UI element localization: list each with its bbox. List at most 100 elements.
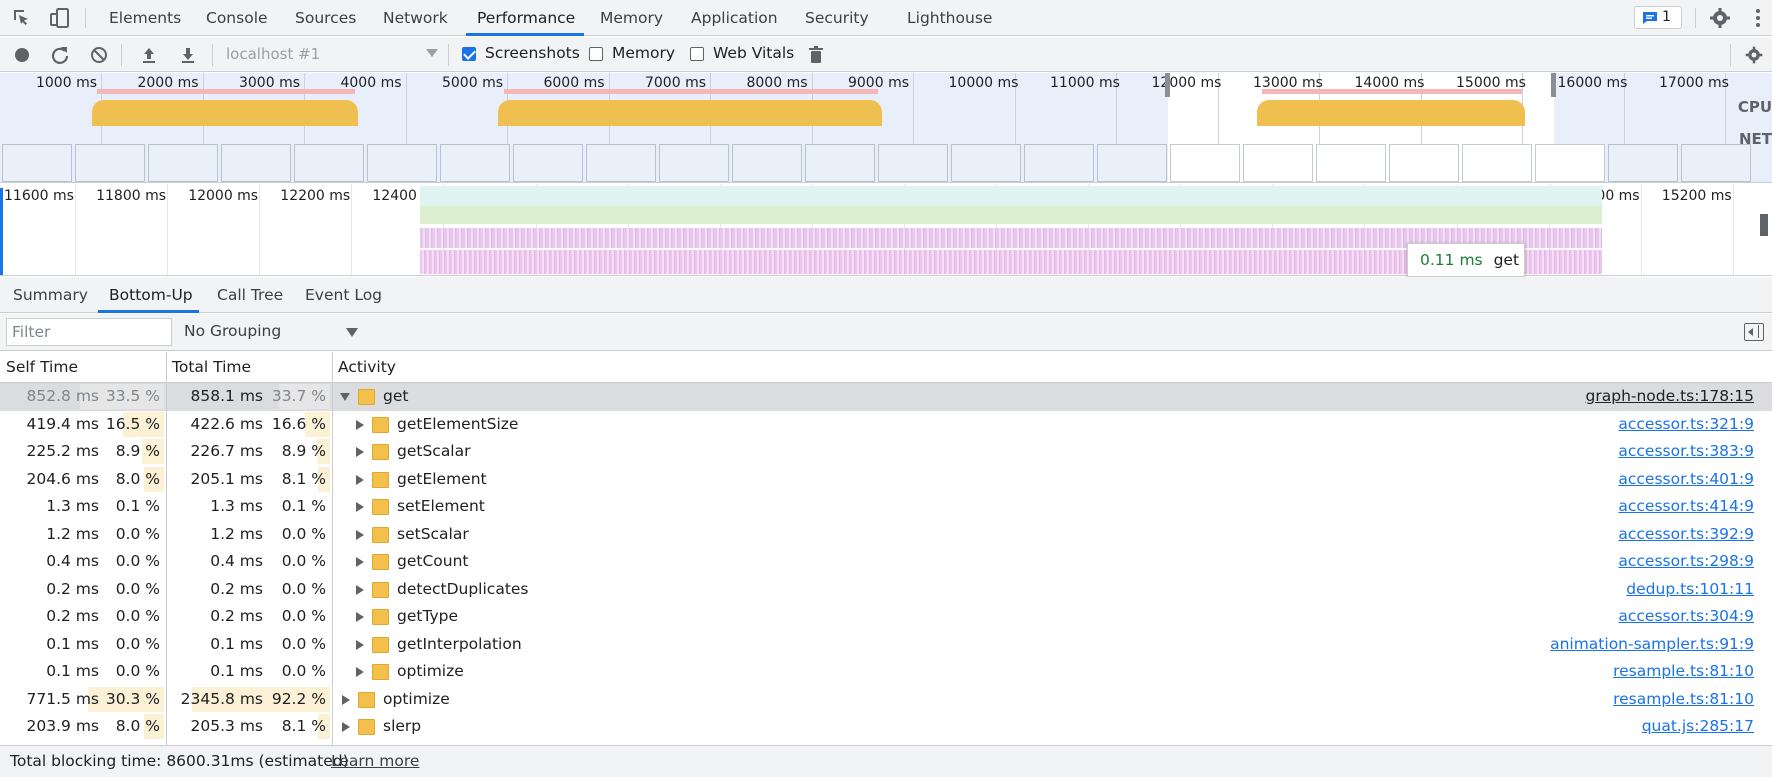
timeline-overview[interactable]: 1000 ms 2000 ms 3000 ms 4000 ms 5000 ms 6000 …: [0, 73, 1772, 183]
tab-call-tree[interactable]: Call Tree: [217, 277, 283, 313]
screenshot-thumbnail[interactable]: [659, 144, 729, 182]
source-location-link[interactable]: accessor.ts:298:9: [1618, 548, 1754, 576]
table-row[interactable]: 0.4 ms 0.0 % 0.4 ms 0.0 % getCount accessor.t…: [0, 548, 1772, 576]
chevron-right-icon[interactable]: [356, 612, 364, 622]
screenshot-thumbnail[interactable]: [1024, 144, 1094, 182]
screenshot-thumbnail[interactable]: [586, 144, 656, 182]
flame-scrollbar[interactable]: [1760, 214, 1768, 236]
table-row[interactable]: 0.1 ms 0.0 % 0.1 ms 0.0 % optimize resample.t…: [0, 658, 1772, 686]
source-location-link[interactable]: accessor.ts:321:9: [1618, 411, 1754, 439]
chevron-right-icon[interactable]: [356, 447, 364, 457]
tab-elements[interactable]: Elements: [109, 0, 181, 36]
reload-record-icon[interactable]: [50, 45, 70, 65]
tab-lighthouse[interactable]: Lighthouse: [907, 0, 992, 36]
tab-summary[interactable]: Summary: [13, 277, 88, 313]
screenshot-thumbnail[interactable]: [148, 144, 218, 182]
screenshot-thumbnail[interactable]: [878, 144, 948, 182]
clear-icon[interactable]: [89, 45, 109, 65]
table-row[interactable]: 0.2 ms 0.0 % 0.2 ms 0.0 % detectDuplicates de…: [0, 576, 1772, 604]
table-row[interactable]: 771.5 ms 30.3 % 2345.8 ms 92.2 % optimize res…: [0, 686, 1772, 714]
table-row[interactable]: 225.2 ms 8.9 % 226.7 ms 8.9 % getScalar acces…: [0, 438, 1772, 466]
filter-input[interactable]: [6, 318, 172, 346]
column-header-total-time[interactable]: Total Time: [166, 352, 251, 383]
tab-console[interactable]: Console: [206, 0, 268, 36]
screenshot-thumbnail[interactable]: [1243, 144, 1313, 182]
capture-settings-gear-icon[interactable]: [1744, 45, 1764, 65]
source-location-link[interactable]: accessor.ts:414:9: [1618, 493, 1754, 521]
table-row[interactable]: 0.1 ms 0.0 % 0.1 ms 0.0 % getInterpolation an…: [0, 631, 1772, 659]
screenshot-thumbnail[interactable]: [951, 144, 1021, 182]
source-location-link[interactable]: graph-node.ts:178:15: [1586, 383, 1754, 411]
tab-bottom-up[interactable]: Bottom-Up: [109, 277, 193, 313]
record-icon[interactable]: [12, 45, 32, 65]
source-location-link[interactable]: animation-sampler.ts:91:9: [1550, 631, 1754, 659]
chevron-right-icon[interactable]: [356, 502, 364, 512]
target-select[interactable]: localhost #1: [226, 45, 438, 65]
tab-sources[interactable]: Sources: [295, 0, 356, 36]
table-row[interactable]: 204.6 ms 8.0 % 205.1 ms 8.1 % getElement acce…: [0, 466, 1772, 494]
table-row[interactable]: 1.3 ms 0.1 % 1.3 ms 0.1 % setElement accessor…: [0, 493, 1772, 521]
column-header-activity[interactable]: Activity: [332, 352, 396, 383]
device-toolbar-icon[interactable]: [48, 6, 72, 30]
table-row[interactable]: 203.9 ms 8.0 % 205.3 ms 8.1 % slerp quat.js:2…: [0, 713, 1772, 741]
tab-memory[interactable]: Memory: [600, 0, 663, 36]
screenshot-thumbnail[interactable]: [367, 144, 437, 182]
source-location-link[interactable]: accessor.ts:401:9: [1618, 466, 1754, 494]
screenshot-thumbnail[interactable]: [1608, 144, 1678, 182]
chevron-right-icon[interactable]: [342, 694, 350, 705]
garbage-collect-trash-icon[interactable]: [806, 45, 826, 65]
screenshot-thumbnail[interactable]: [221, 144, 291, 182]
screenshot-thumbnail[interactable]: [513, 144, 583, 182]
chevron-right-icon[interactable]: [356, 584, 364, 595]
screenshot-thumbnail[interactable]: [1097, 144, 1167, 182]
source-location-link[interactable]: accessor.ts:392:9: [1618, 521, 1754, 549]
screenshot-thumbnail[interactable]: [75, 144, 145, 182]
table-row[interactable]: 0.2 ms 0.0 % 0.2 ms 0.0 % getType accessor.ts…: [0, 603, 1772, 631]
screenshot-thumbnail[interactable]: [1170, 144, 1240, 182]
grouping-select[interactable]: No Grouping: [184, 322, 358, 344]
source-location-link[interactable]: resample.ts:81:10: [1613, 658, 1754, 686]
chevron-right-icon[interactable]: [342, 722, 350, 732]
load-profile-icon[interactable]: [139, 45, 159, 65]
selection-left-handle[interactable]: [1165, 73, 1170, 97]
more-options-icon[interactable]: [1746, 6, 1770, 30]
tab-event-log[interactable]: Event Log: [305, 277, 382, 313]
screenshot-thumbnail[interactable]: [1681, 144, 1751, 182]
memory-checkbox[interactable]: [589, 47, 603, 61]
tab-application[interactable]: Application: [691, 0, 778, 36]
chevron-right-icon[interactable]: [356, 529, 364, 540]
table-row[interactable]: 419.4 ms 16.5 % 422.6 ms 16.6 % getElementSi…: [0, 411, 1772, 439]
source-location-link[interactable]: dedup.ts:101:11: [1626, 576, 1754, 604]
screenshot-thumbnail[interactable]: [1316, 144, 1386, 182]
screenshots-checkbox[interactable]: [462, 47, 476, 61]
screenshot-thumbnail[interactable]: [440, 144, 510, 182]
tab-network[interactable]: Network: [383, 0, 448, 36]
screenshot-thumbnail[interactable]: [2, 144, 72, 182]
table-row[interactable]: 852.8 ms 33.5 % 858.1 ms 33.7 % get graph-nod…: [0, 383, 1772, 411]
column-header-self-time[interactable]: Self Time: [0, 352, 78, 383]
selection-right-handle[interactable]: [1551, 73, 1556, 97]
tab-performance[interactable]: Performance: [477, 0, 575, 36]
chevron-right-icon[interactable]: [356, 557, 364, 567]
web-vitals-checkbox[interactable]: [690, 47, 704, 61]
chevron-right-icon[interactable]: [356, 419, 364, 430]
chevron-right-icon[interactable]: [356, 639, 364, 650]
learn-more-link[interactable]: Learn more: [331, 746, 419, 776]
screenshot-thumbnail[interactable]: [1389, 144, 1459, 182]
source-location-link[interactable]: accessor.ts:304:9: [1618, 603, 1754, 631]
issues-badge[interactable]: 1: [1634, 6, 1682, 29]
screenshot-thumbnail[interactable]: [732, 144, 802, 182]
tab-security[interactable]: Security: [805, 0, 869, 36]
source-location-link[interactable]: resample.ts:81:10: [1613, 686, 1754, 714]
save-profile-icon[interactable]: [178, 45, 198, 65]
chevron-down-icon[interactable]: [340, 393, 350, 401]
table-row[interactable]: 1.2 ms 0.0 % 1.2 ms 0.0 % setScalar accessor.…: [0, 521, 1772, 549]
chevron-right-icon[interactable]: [356, 667, 364, 677]
inspect-element-icon[interactable]: [10, 6, 34, 30]
settings-gear-icon[interactable]: [1708, 6, 1732, 30]
screenshot-thumbnail[interactable]: [1462, 144, 1532, 182]
screenshot-thumbnail[interactable]: [1535, 144, 1605, 182]
screenshot-thumbnail[interactable]: [294, 144, 364, 182]
toggle-sidebar-icon[interactable]: [1744, 323, 1764, 341]
source-location-link[interactable]: accessor.ts:383:9: [1618, 438, 1754, 466]
